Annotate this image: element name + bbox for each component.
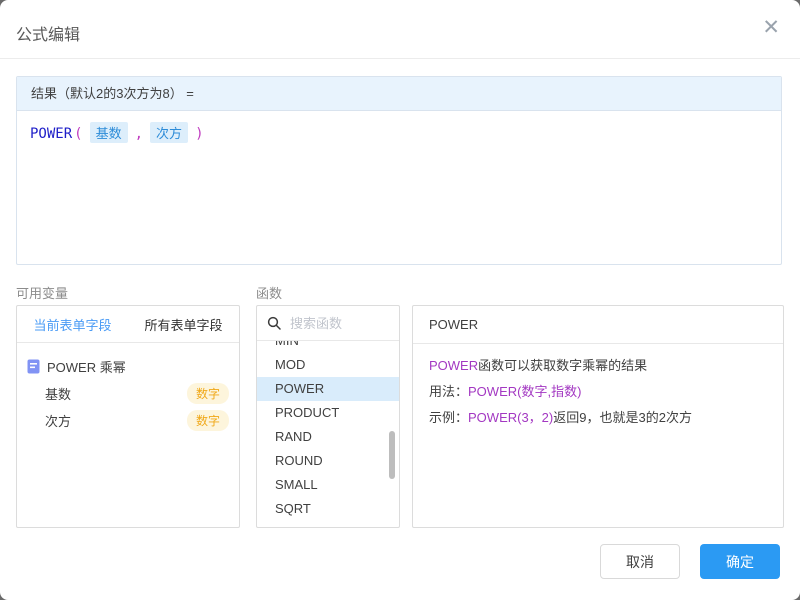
function-list-item[interactable]: RAND [257, 425, 399, 449]
function-detail-panel: POWER POWER函数可以获取数字乘幂的结果 用法：POWER(数字,指数)… [412, 305, 784, 528]
formula-keyword: POWER [30, 126, 72, 142]
dialog-header: 公式编辑 ✕ [0, 0, 800, 59]
function-list-item[interactable]: ROUND [257, 449, 399, 473]
field-name: 基数 [45, 384, 71, 403]
formula-editor-block: 结果（默认2的3次方为8） = POWER( 基数, 次方) [16, 76, 782, 265]
result-bar: 结果（默认2的3次方为8） = [17, 77, 781, 111]
function-list-item[interactable]: MOD [257, 353, 399, 377]
close-paren: ) [195, 126, 203, 142]
detail-text: 函数可以获取数字乘幂的结果 [478, 358, 647, 373]
detail-line-example: 示例：POWER(3，2)返回9，也就是3的2次方 [429, 405, 767, 431]
formula-editor[interactable]: POWER( 基数, 次方) [17, 111, 781, 263]
detail-line-usage: 用法：POWER(数字,指数) [429, 379, 767, 405]
confirm-button[interactable]: 确定 [700, 544, 780, 579]
tree-field-row[interactable]: 基数 数字 [17, 380, 239, 407]
detail-code: POWER [429, 358, 478, 373]
function-search-row [257, 306, 399, 341]
function-list-item[interactable]: MIN [257, 341, 399, 353]
function-list-item-selected[interactable]: POWER [257, 377, 399, 401]
comma: , [135, 126, 143, 142]
detail-text: 示例： [429, 410, 468, 425]
scrollbar-thumb[interactable] [389, 431, 395, 479]
field-type-badge: 数字 [187, 383, 229, 404]
variables-tree: POWER 乘幂 基数 数字 次方 数字 [17, 343, 239, 434]
tree-root-form[interactable]: POWER 乘幂 [17, 353, 239, 380]
page-title: 公式编辑 [16, 21, 80, 45]
variables-tabs: 当前表单字段 所有表单字段 [17, 306, 239, 343]
field-name: 次方 [45, 411, 71, 430]
detail-code: POWER(数字,指数) [468, 384, 581, 399]
search-icon [267, 316, 281, 330]
detail-code: POWER(3，2) [468, 410, 553, 425]
detail-text: 返回9，也就是3的2次方 [553, 410, 692, 425]
function-list-item[interactable]: SQRT [257, 497, 399, 521]
form-document-icon [27, 359, 40, 374]
available-variables-label: 可用变量 [16, 283, 68, 302]
tree-root-label: POWER 乘幂 [47, 357, 126, 376]
function-list-item[interactable]: PRODUCT [257, 401, 399, 425]
formula-arg-token[interactable]: 基数 [90, 122, 128, 143]
variables-panel: 当前表单字段 所有表单字段 POWER 乘幂 基数 数字 次方 数字 [16, 305, 240, 528]
tree-field-row[interactable]: 次方 数字 [17, 407, 239, 434]
tab-all-form-fields[interactable]: 所有表单字段 [128, 306, 239, 342]
detail-line-description: POWER函数可以获取数字乘幂的结果 [429, 353, 767, 379]
formula-arg-token[interactable]: 次方 [150, 122, 188, 143]
functions-panel: MIN MOD POWER PRODUCT RAND ROUND SMALL S… [256, 305, 400, 528]
field-type-badge: 数字 [187, 410, 229, 431]
function-detail-body: POWER函数可以获取数字乘幂的结果 用法：POWER(数字,指数) 示例：PO… [413, 344, 783, 440]
functions-label: 函数 [256, 283, 282, 302]
formula-edit-dialog: 公式编辑 ✕ 结果（默认2的3次方为8） = POWER(基数,次方) 可用变量… [0, 0, 800, 600]
detail-text: 用法： [429, 384, 468, 399]
function-search-input[interactable] [288, 315, 389, 332]
open-paren: ( [74, 126, 82, 142]
close-icon[interactable]: ✕ [762, 17, 780, 38]
function-list: MIN MOD POWER PRODUCT RAND ROUND SMALL S… [257, 341, 399, 526]
cancel-button[interactable]: 取消 [600, 544, 680, 579]
function-detail-title: POWER [413, 306, 783, 344]
function-list-item[interactable]: SMALL [257, 473, 399, 497]
tab-current-form-fields[interactable]: 当前表单字段 [17, 306, 128, 342]
